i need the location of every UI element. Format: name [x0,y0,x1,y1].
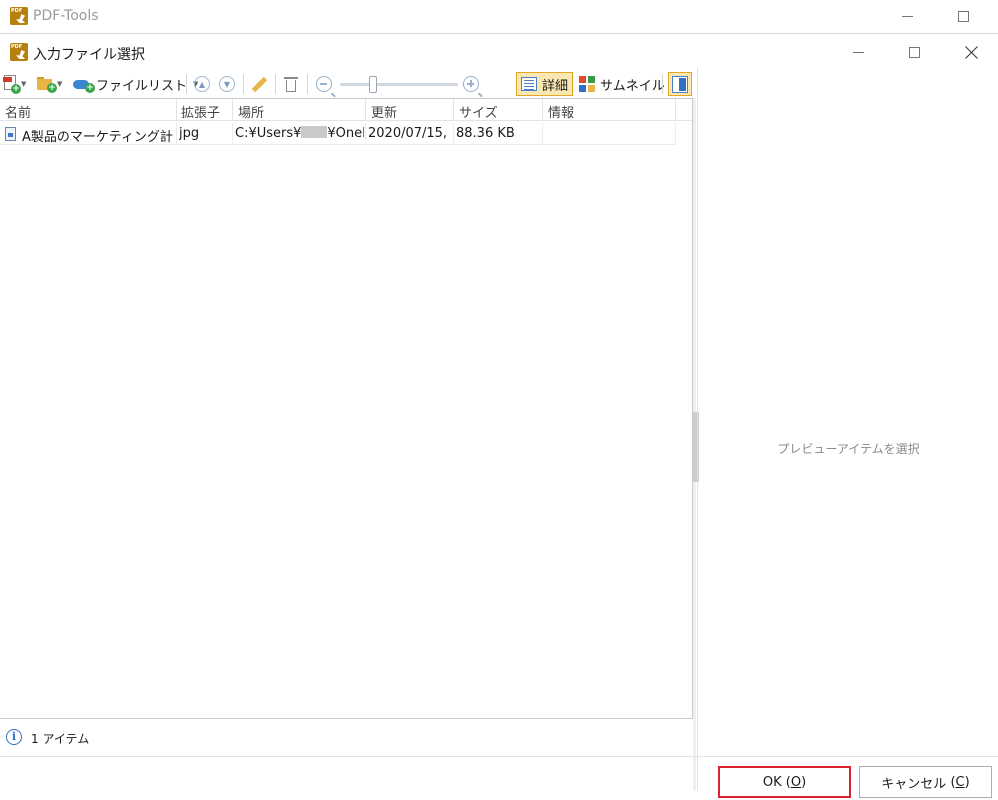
main-window-titlebar: PDF-Tools [0,0,998,33]
column-header-extension[interactable]: 拡張子 [181,102,220,121]
preview-panel-toggle-button[interactable] [668,72,692,96]
dialog-minimize-button[interactable] [835,36,881,68]
close-icon [965,46,978,59]
toolbar: + ▼ + ▼ + ファイルリスト ▼ ▲ ▼ 詳細 サムネイル [0,70,696,98]
add-folder-icon: + [37,76,57,93]
dialog-footer: OK (O) キャンセル (C) [0,756,998,800]
ok-button-label: OK [762,774,782,790]
file-modified-cell: 2020/07/15, [368,126,448,141]
toolbar-separator [275,74,276,94]
info-icon: i [6,729,22,745]
dialog-title: 入力ファイル選択 [33,47,145,63]
toolbar-separator [307,74,308,94]
detail-view-button[interactable]: 詳細 [516,72,574,96]
status-bar: i 1 アイテム [0,726,696,754]
zoom-in-icon [463,76,479,92]
column-header-modified[interactable]: 更新 [371,102,397,121]
minimize-icon [852,51,864,53]
input-file-dialog: 入力ファイル選択 + ▼ + ▼ + ファイルリスト ▼ ▲ ▼ [0,33,998,800]
main-window-title: PDF-Tools [33,8,99,24]
trash-icon [284,76,298,93]
cancel-button[interactable]: キャンセル (C) [859,766,992,798]
add-cloud-icon: + [73,76,95,93]
dropdown-caret-icon: ▼ [57,80,63,88]
move-up-button[interactable]: ▲ [194,73,210,95]
ok-button[interactable]: OK (O) [718,766,851,798]
toolbar-separator [243,74,244,94]
file-list-table: 名前 拡張子 場所 更新 サイズ 情報 A製品のマーケティング計画 jpg C:… [0,98,693,719]
image-file-icon [5,127,16,141]
file-list-button[interactable]: + ファイルリスト ▼ [73,73,198,95]
column-header-location[interactable]: 場所 [238,102,264,121]
chevron-up-icon: ▲ [194,76,210,92]
maximize-icon [908,46,920,58]
dropdown-caret-icon: ▼ [21,80,27,88]
zoom-slider-thumb[interactable] [369,76,377,93]
list-view-icon [521,77,537,91]
pencil-icon [251,76,267,92]
file-size-cell: 88.36 KB [456,126,515,141]
file-name-cell: A製品のマーケティング計画 [22,130,174,145]
redacted-username [301,126,328,138]
column-header-size[interactable]: サイズ [459,102,498,121]
thumbnail-view-label: サムネイル [600,78,665,94]
detail-view-label: 詳細 [542,78,569,94]
column-header-info[interactable]: 情報 [548,102,574,121]
table-row[interactable]: A製品のマーケティング計画 jpg C:¥Users¥¥OneD 2020/07… [0,123,676,145]
cancel-accelerator-key: C [955,774,965,790]
zoom-in-button[interactable] [463,73,479,95]
zoom-out-icon [316,76,332,92]
preview-placeholder-text: プレビューアイテムを選択 [777,442,920,456]
dialog-logo-icon [10,43,28,61]
table-header: 名前 拡張子 場所 更新 サイズ 情報 [0,99,692,121]
toolbar-separator [662,74,663,94]
pdf-tools-logo-icon [10,7,28,25]
file-extension-cell: jpg [179,126,200,141]
maximize-icon [957,10,969,22]
file-list-label: ファイルリスト [96,78,188,94]
delete-button[interactable] [284,73,298,95]
column-header-name[interactable]: 名前 [5,102,31,121]
ok-accelerator-key: O [790,774,802,790]
zoom-slider[interactable] [340,83,458,86]
add-folder-button[interactable]: + ▼ [37,73,62,95]
main-maximize-button[interactable] [940,0,986,32]
zoom-out-button[interactable] [316,73,332,95]
rename-button[interactable] [251,73,267,95]
dialog-close-button[interactable] [948,36,994,68]
toolbar-separator [186,74,187,94]
thumbnail-grid-icon [579,76,595,92]
move-down-button[interactable]: ▼ [219,73,235,95]
chevron-down-icon: ▼ [219,76,235,92]
add-pdf-file-icon: + [3,75,21,94]
main-minimize-button[interactable] [884,0,930,32]
dialog-titlebar: 入力ファイル選択 [0,34,998,68]
minimize-icon [901,15,913,17]
dialog-maximize-button[interactable] [891,36,937,68]
preview-panel-icon [672,75,688,93]
item-count-text: 1 アイテム [31,732,90,746]
preview-panel: プレビューアイテムを選択 [697,68,998,791]
thumbnail-view-button[interactable]: サムネイル [575,72,669,96]
file-location-cell: C:¥Users¥¥OneD [235,126,364,141]
cancel-button-label: キャンセル [881,776,947,792]
add-file-button[interactable]: + ▼ [3,73,26,95]
